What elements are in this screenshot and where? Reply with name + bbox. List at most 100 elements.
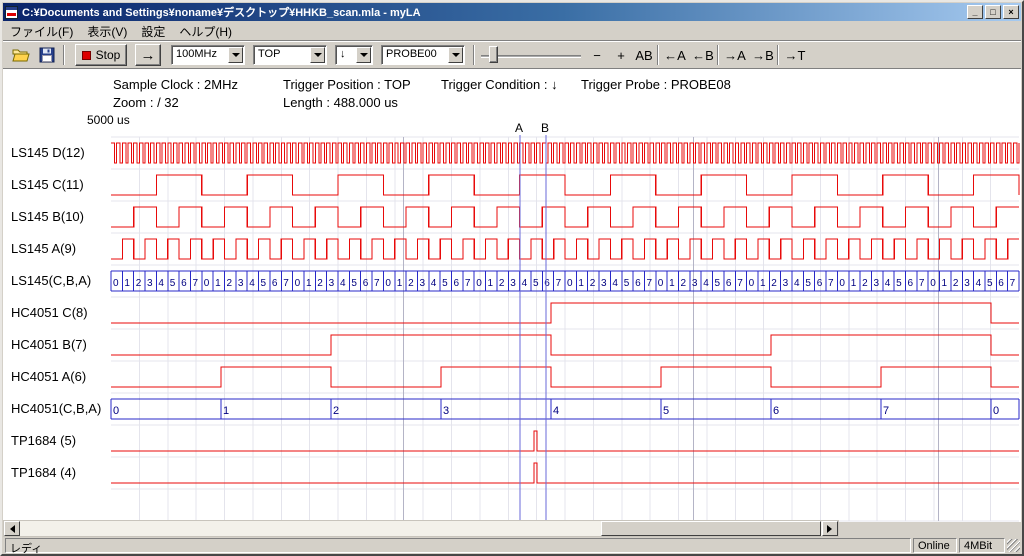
toolbar-separator bbox=[717, 45, 719, 65]
minimize-button[interactable]: _ bbox=[967, 5, 983, 19]
menu-settings[interactable]: 設定 bbox=[134, 21, 172, 42]
svg-text:5: 5 bbox=[805, 278, 811, 289]
svg-text:4: 4 bbox=[703, 278, 709, 289]
move-marker-a-left-button[interactable]: ←A bbox=[661, 45, 689, 65]
svg-text:3: 3 bbox=[238, 278, 244, 289]
svg-text:1: 1 bbox=[215, 278, 221, 289]
svg-text:0: 0 bbox=[113, 405, 119, 417]
scroll-left-button[interactable] bbox=[4, 521, 20, 536]
ab-span-button[interactable]: AB bbox=[631, 45, 657, 65]
zoom-info: Zoom : / 32 bbox=[113, 95, 179, 110]
svg-text:7: 7 bbox=[828, 278, 834, 289]
svg-text:0: 0 bbox=[385, 278, 391, 289]
toolbar-separator bbox=[63, 45, 65, 65]
svg-text:4: 4 bbox=[431, 278, 437, 289]
svg-text:0: 0 bbox=[993, 405, 999, 417]
menu-help[interactable]: ヘルプ(H) bbox=[172, 21, 239, 42]
status-online: Online bbox=[913, 538, 957, 553]
scroll-right-button[interactable] bbox=[822, 521, 838, 536]
zoom-in-button[interactable]: + bbox=[609, 45, 633, 65]
arrow-right-icon bbox=[827, 525, 836, 533]
svg-text:3: 3 bbox=[601, 278, 607, 289]
move-marker-b-right-button[interactable]: →B bbox=[749, 45, 777, 65]
zoom-slider-thumb[interactable] bbox=[489, 46, 498, 63]
time-scale-label: 5000 us bbox=[87, 113, 130, 127]
svg-text:3: 3 bbox=[873, 278, 879, 289]
chevron-down-icon[interactable] bbox=[228, 47, 243, 63]
toolbar-separator bbox=[657, 45, 659, 65]
svg-text:4: 4 bbox=[553, 405, 559, 417]
svg-text:0: 0 bbox=[204, 278, 210, 289]
trigger-edge-select[interactable]: ↓ bbox=[335, 45, 373, 65]
svg-text:3: 3 bbox=[329, 278, 335, 289]
svg-text:1: 1 bbox=[669, 278, 675, 289]
svg-text:4: 4 bbox=[249, 278, 255, 289]
run-arrow-icon: → bbox=[141, 47, 156, 64]
svg-text:3: 3 bbox=[443, 405, 449, 417]
waveform-area[interactable]: 0123456701234567012345670123456701234567… bbox=[3, 133, 1021, 522]
svg-text:2: 2 bbox=[333, 405, 339, 417]
title-bar[interactable]: C:¥Documents and Settings¥noname¥デスクトップ¥… bbox=[3, 3, 1021, 21]
maximize-button[interactable]: □ bbox=[985, 5, 1001, 19]
svg-text:1: 1 bbox=[488, 278, 494, 289]
svg-text:6: 6 bbox=[544, 278, 550, 289]
svg-text:7: 7 bbox=[374, 278, 380, 289]
svg-text:7: 7 bbox=[192, 278, 198, 289]
horizontal-scrollbar[interactable] bbox=[3, 520, 839, 537]
svg-text:2: 2 bbox=[681, 278, 687, 289]
svg-text:0: 0 bbox=[113, 278, 119, 289]
svg-text:0: 0 bbox=[839, 278, 845, 289]
svg-text:5: 5 bbox=[624, 278, 630, 289]
trigger-position-select[interactable]: TOP bbox=[253, 45, 327, 65]
move-marker-a-right-button[interactable]: →A bbox=[721, 45, 749, 65]
svg-text:2: 2 bbox=[136, 278, 142, 289]
close-button[interactable]: × bbox=[1003, 5, 1019, 19]
svg-text:3: 3 bbox=[783, 278, 789, 289]
svg-text:1: 1 bbox=[851, 278, 857, 289]
svg-text:7: 7 bbox=[1010, 278, 1016, 289]
svg-text:6: 6 bbox=[272, 278, 278, 289]
trigger-probe-select[interactable]: PROBE00 bbox=[381, 45, 465, 65]
svg-text:5: 5 bbox=[533, 278, 539, 289]
trigger-position-info: Trigger Position : TOP bbox=[283, 77, 411, 92]
menu-view[interactable]: 表示(V) bbox=[80, 21, 134, 42]
toolbar-separator bbox=[473, 45, 475, 65]
svg-text:6: 6 bbox=[181, 278, 187, 289]
svg-text:2: 2 bbox=[953, 278, 959, 289]
svg-text:6: 6 bbox=[773, 405, 779, 417]
svg-text:1: 1 bbox=[306, 278, 312, 289]
save-file-button[interactable] bbox=[35, 44, 59, 66]
status-bar: レディ Online 4MBit bbox=[3, 537, 1021, 554]
sample-clock-info: Sample Clock : 2MHz bbox=[113, 77, 238, 92]
chevron-down-icon[interactable] bbox=[448, 47, 463, 63]
svg-text:6: 6 bbox=[817, 278, 823, 289]
svg-text:3: 3 bbox=[419, 278, 425, 289]
sample-clock-select[interactable]: 100MHz bbox=[171, 45, 245, 65]
svg-text:1: 1 bbox=[124, 278, 130, 289]
floppy-disk-icon bbox=[39, 47, 55, 63]
zoom-out-button[interactable]: − bbox=[585, 45, 609, 65]
scrollbar-thumb[interactable] bbox=[601, 521, 821, 536]
goto-trigger-button[interactable]: →T bbox=[781, 45, 809, 65]
stop-button[interactable]: Stop bbox=[75, 44, 127, 66]
chevron-down-icon[interactable] bbox=[310, 47, 325, 63]
svg-text:2: 2 bbox=[227, 278, 233, 289]
app-icon bbox=[5, 6, 18, 19]
open-file-button[interactable] bbox=[9, 44, 33, 66]
move-marker-b-left-button[interactable]: ←B bbox=[689, 45, 717, 65]
svg-text:3: 3 bbox=[964, 278, 970, 289]
svg-text:3: 3 bbox=[147, 278, 153, 289]
svg-text:1: 1 bbox=[397, 278, 403, 289]
svg-text:4: 4 bbox=[794, 278, 800, 289]
svg-text:4: 4 bbox=[885, 278, 891, 289]
menu-bar: ファイル(F) 表示(V) 設定 ヘルプ(H) bbox=[3, 22, 1021, 40]
menu-file[interactable]: ファイル(F) bbox=[3, 21, 80, 42]
svg-text:6: 6 bbox=[635, 278, 641, 289]
resize-grip[interactable] bbox=[1007, 539, 1020, 552]
chevron-down-icon[interactable] bbox=[356, 47, 371, 63]
svg-text:5: 5 bbox=[170, 278, 176, 289]
svg-text:2: 2 bbox=[862, 278, 868, 289]
run-button[interactable]: → bbox=[135, 44, 161, 66]
svg-text:3: 3 bbox=[692, 278, 698, 289]
svg-text:2: 2 bbox=[771, 278, 777, 289]
